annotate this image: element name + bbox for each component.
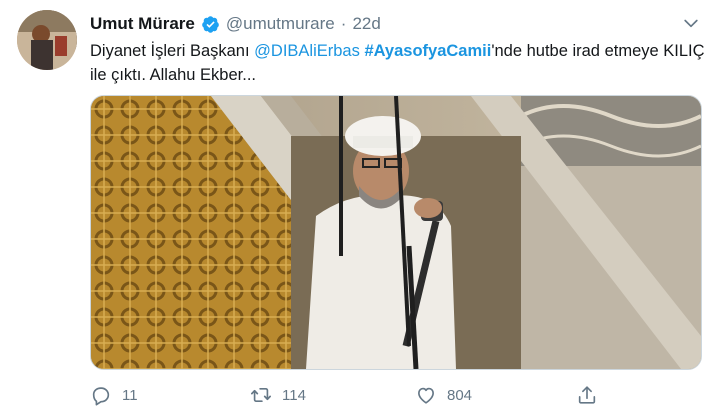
retweet-count: 114	[282, 386, 306, 404]
tweet-header: Umut Mürare @umutmurare · 22d	[90, 12, 381, 36]
retweet-icon	[251, 387, 271, 403]
separator: ·	[340, 14, 347, 33]
hashtag-link[interactable]: #AyasofyaCamii	[364, 42, 491, 60]
heart-icon	[418, 387, 434, 404]
timestamp[interactable]: 22d	[352, 14, 380, 34]
avatar[interactable]	[17, 10, 77, 70]
tweet-card[interactable]: Umut Mürare @umutmurare · 22d Diyanet İş…	[0, 0, 720, 418]
display-name[interactable]: Umut Mürare	[90, 14, 195, 34]
share-icon	[578, 386, 596, 404]
avatar-image	[17, 10, 77, 70]
handle[interactable]: @umutmurare	[226, 14, 335, 34]
mention-link[interactable]: @DIBAliErbas	[254, 42, 360, 60]
verified-badge-icon	[201, 15, 220, 34]
tweet-text-part: Diyanet İşleri Başkanı	[90, 42, 255, 60]
tweet-media-photo[interactable]	[90, 95, 702, 370]
like-count: 804	[447, 386, 473, 404]
chevron-down-icon[interactable]	[680, 12, 702, 34]
reply-icon	[92, 387, 110, 406]
photo-image	[91, 96, 701, 369]
retweet-button[interactable]: 114	[250, 382, 306, 408]
reply-button[interactable]: 11	[90, 382, 138, 408]
like-button[interactable]: 804	[415, 382, 472, 408]
reply-count: 11	[122, 386, 138, 404]
tweet-text: Diyanet İşleri Başkanı @DIBAliErbas #Aya…	[90, 39, 710, 87]
tweet-actions: 11 114 804	[90, 382, 610, 408]
share-button[interactable]	[576, 382, 598, 408]
